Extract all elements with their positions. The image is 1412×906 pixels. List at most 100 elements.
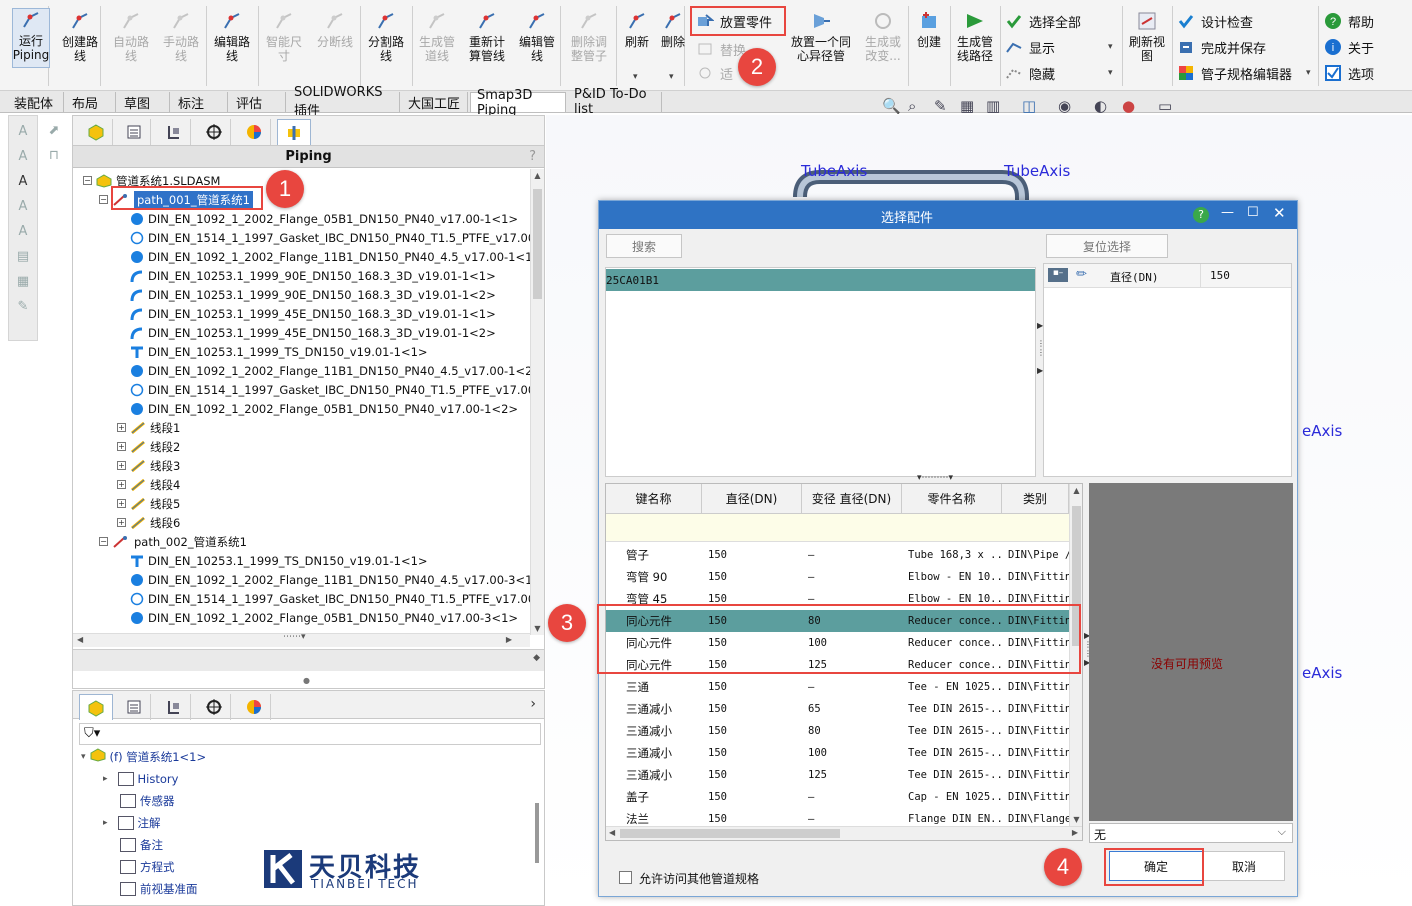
annotation-2-icon[interactable]: A xyxy=(13,146,33,166)
ribbon-button-2[interactable]: 自动路 线 xyxy=(108,10,154,86)
preview-select[interactable]: 无 ⌵ xyxy=(1089,823,1293,843)
grid-row[interactable]: 管子 150– Tube 168,3 x ... DIN\Pipe / xyxy=(606,544,1069,566)
column-header[interactable]: 键名称 xyxy=(606,484,702,514)
tab-dimxpert-icon[interactable] xyxy=(197,119,231,145)
spec-list-item[interactable]: 25CA01B1 xyxy=(606,269,1035,291)
replace-button[interactable]: 替换 xyxy=(696,38,746,60)
section-view-icon[interactable]: ▦ xyxy=(960,97,974,115)
grid-icon[interactable]: ▦ xyxy=(13,271,33,291)
panel-spin-icon[interactable]: ◆ xyxy=(533,653,540,663)
dialog-close-icon[interactable]: ✕ xyxy=(1273,204,1286,222)
tab-3[interactable]: 标注 xyxy=(172,92,228,112)
refresh-view-button[interactable]: 刷新视 图 xyxy=(1124,10,1170,86)
allow-other-spec-checkbox[interactable] xyxy=(619,871,632,884)
tree-item[interactable]: DIN_EN_10253.1_1999_TS_DN150_v19.01-1<1> xyxy=(117,551,428,570)
hide-button[interactable]: 隐藏 xyxy=(1005,62,1055,84)
view-orientation-icon[interactable]: ◫ xyxy=(1022,97,1036,115)
ribbon-button-0[interactable]: 运行 Piping xyxy=(12,8,50,68)
show-button[interactable]: 显示 xyxy=(1005,36,1055,58)
tree-expander-icon[interactable]: − xyxy=(83,176,92,185)
fm-tab-appearance-icon[interactable] xyxy=(237,694,271,720)
tree-item[interactable]: DIN_EN_1092_1_2002_Flange_05B1_DN150_PN4… xyxy=(117,608,518,627)
tree-expander-icon[interactable]: − xyxy=(99,537,108,546)
filter-box[interactable]: ⛉▾ xyxy=(79,723,541,745)
grid-row[interactable]: 三通减小 150 100 Tee DIN 2615-... DIN\Fittin xyxy=(606,742,1069,764)
tab-property-icon[interactable] xyxy=(117,119,151,145)
feature-tree-root[interactable]: ▾ (f) 管道系统1<1> xyxy=(81,747,206,766)
expand-down-icon[interactable]: ▾ xyxy=(81,752,86,762)
pipe-spec-editor-button[interactable]: 管子规格编辑器 xyxy=(1177,62,1292,84)
tree-expander-icon[interactable]: + xyxy=(117,461,126,470)
tree-item[interactable]: DIN_EN_1092_1_2002_Flange_11B1_DN150_PN4… xyxy=(117,570,530,589)
feature-tree-scrollbar[interactable] xyxy=(535,803,539,863)
tab-piping-icon[interactable] xyxy=(277,119,311,145)
dialog-help-icon[interactable]: ? xyxy=(1193,207,1209,223)
tree-item[interactable]: DIN_EN_10253.1_1999_TS_DN150_v19.01-1<1> xyxy=(117,342,428,361)
search-button[interactable]: 搜索 xyxy=(606,234,682,258)
tab-2[interactable]: 草图 xyxy=(118,92,170,112)
annotation-icon[interactable]: A xyxy=(13,121,33,141)
feature-tree-item[interactable]: ▸ 注解 xyxy=(103,813,161,832)
tab-0[interactable]: 装配体 xyxy=(8,92,64,112)
panel-help-button[interactable]: ? xyxy=(529,146,536,168)
grid-row[interactable]: 盖子 150– Cap - EN 1025... DIN\Fittin xyxy=(606,786,1069,808)
hide-dropdown-arrow-icon[interactable]: ▾ xyxy=(1108,68,1113,78)
fm-tab-tree-icon[interactable] xyxy=(79,694,113,720)
grid-row[interactable]: 三通 150– Tee - EN 1025... DIN\Fittin xyxy=(606,676,1069,698)
tree-item[interactable]: DIN_EN_1514_1_1997_Gasket_IBC_DN150_PN40… xyxy=(117,228,530,247)
tab-7[interactable]: Smap3D Piping xyxy=(470,88,566,118)
hide-show-icon[interactable]: ◐ xyxy=(1094,97,1107,115)
grid-row[interactable]: 三通减小 150 125 Tee DIN 2615-... DIN\Fittin xyxy=(606,764,1069,786)
fm-expand-chevron-icon[interactable]: › xyxy=(530,696,536,712)
display-style-icon[interactable]: ◉ xyxy=(1058,97,1071,115)
fm-tab-dimxpert-icon[interactable] xyxy=(197,694,231,720)
step-icon[interactable]: ⊓ xyxy=(44,145,64,165)
ribbon-button-11[interactable]: 删除调 整管子 xyxy=(564,10,614,86)
panel-splitter-icon[interactable]: ● xyxy=(303,676,310,685)
ribbon-dropdown-12-icon[interactable]: ▾ xyxy=(633,72,638,82)
ribbon-button-10[interactable]: 编辑管 线 xyxy=(514,10,560,86)
show-dropdown-arrow-icon[interactable]: ▾ xyxy=(1108,42,1113,52)
tree-item[interactable]: + 线段5 xyxy=(117,494,180,513)
finish-save-button[interactable]: 完成并保存 xyxy=(1177,36,1266,58)
tree-expander-icon[interactable]: + xyxy=(117,442,126,451)
feature-tree-item[interactable]: 备注 xyxy=(103,835,163,854)
grid-filter-row[interactable] xyxy=(606,514,1069,542)
tree-expander-icon[interactable]: + xyxy=(117,499,126,508)
layers-icon[interactable]: ▤ xyxy=(13,246,33,266)
tools-icon[interactable]: ✎ xyxy=(13,296,33,316)
annotation-3-icon[interactable]: A xyxy=(13,171,33,191)
horizontal-splitter-icon[interactable]: ▾⋯⋯⋯▾ xyxy=(917,473,953,483)
select-all-button[interactable]: 选择全部 xyxy=(1005,10,1081,32)
dialog-minimize-icon[interactable]: — xyxy=(1221,205,1234,220)
tree-item[interactable]: + 线段4 xyxy=(117,475,180,494)
feature-tree-item[interactable]: 前视基准面 xyxy=(103,879,198,898)
collapse-param-icon[interactable]: ▪– xyxy=(1048,268,1068,282)
ribbon-button-9[interactable]: 重新计 算管线 xyxy=(464,10,510,86)
display-settings-icon[interactable]: ▭ xyxy=(1158,97,1172,115)
zoom-fit-icon[interactable]: 🔍 xyxy=(882,97,901,115)
reset-selection-button[interactable]: 复位选择 xyxy=(1046,234,1168,258)
tab-feature-tree-icon[interactable] xyxy=(79,119,113,145)
annotation-4-icon[interactable]: A xyxy=(13,196,33,216)
grid-row[interactable]: 三通减小 150 65 Tee DIN 2615-... DIN\Fittin xyxy=(606,698,1069,720)
tree-vertical-scrollbar[interactable]: ▲ ▼ xyxy=(530,169,544,635)
feature-tree-item[interactable]: ▸ History xyxy=(103,769,178,788)
grid-horizontal-scrollbar[interactable]: ◀ ▶ xyxy=(606,826,1082,840)
fm-tab-config-icon[interactable] xyxy=(157,694,191,720)
tab-1[interactable]: 布局 xyxy=(66,92,116,112)
tab-6[interactable]: 大国工匠 xyxy=(402,92,468,112)
feature-tree-item[interactable]: 方程式 xyxy=(103,857,175,876)
tree-expander-icon[interactable]: + xyxy=(117,518,126,527)
column-header[interactable]: 变径 直径(DN) xyxy=(802,484,902,514)
tree-item[interactable]: DIN_EN_10253.1_1999_45E_DN150_168.3_3D_v… xyxy=(117,304,496,323)
tree-item[interactable]: − path_002_管道系统1 xyxy=(99,532,247,551)
tree-item[interactable]: + 线段6 xyxy=(117,513,180,532)
tab-8[interactable]: P&ID To-Do list xyxy=(568,87,662,117)
tree-item[interactable]: DIN_EN_1092_1_2002_Flange_11B1_DN150_PN4… xyxy=(117,361,530,380)
tab-config-icon[interactable] xyxy=(157,119,191,145)
generate-or-change-button[interactable]: 生成或 改变... xyxy=(860,10,906,86)
tree-item[interactable]: + 线段2 xyxy=(117,437,180,456)
create-button[interactable]: 创建 xyxy=(912,10,946,86)
prev-view-icon[interactable]: ✎ xyxy=(934,97,947,115)
